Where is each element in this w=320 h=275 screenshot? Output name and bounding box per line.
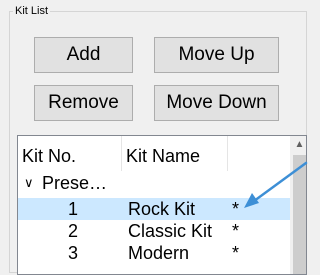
- kit-number: 2: [68, 221, 79, 241]
- kit-name: Rock Kit: [128, 199, 196, 219]
- move-down-button[interactable]: Move Down: [154, 85, 279, 121]
- list-group-presets[interactable]: ∨ Prese…: [18, 172, 290, 194]
- kit-modified-mark: *: [232, 199, 240, 219]
- kit-name: Classic Kit: [128, 221, 213, 241]
- table-row[interactable]: 1 Rock Kit *: [18, 198, 290, 220]
- kit-number: 1: [68, 199, 79, 219]
- column-header-kit-no[interactable]: Kit No.: [18, 136, 122, 171]
- list-group-label: Prese…: [42, 173, 108, 193]
- column-header-extra[interactable]: [228, 136, 290, 171]
- list-header: Kit No. Kit Name: [18, 136, 290, 171]
- chevron-down-icon[interactable]: ∨: [24, 172, 34, 194]
- table-row[interactable]: 2 Classic Kit *: [18, 220, 290, 242]
- scroll-up-arrow-icon[interactable]: ▲: [291, 136, 306, 153]
- scrollbar-thumb[interactable]: [293, 155, 306, 274]
- kit-modified-mark: *: [232, 221, 240, 241]
- vertical-scrollbar[interactable]: ▲: [290, 136, 306, 274]
- kit-list-group-title: Kit List: [13, 4, 51, 18]
- kit-list-view[interactable]: Kit No. Kit Name ∨ Prese… 1 Rock Kit * 2…: [17, 135, 307, 275]
- add-button[interactable]: Add: [34, 37, 133, 73]
- column-header-kit-name[interactable]: Kit Name: [122, 136, 228, 171]
- move-up-button[interactable]: Move Up: [154, 37, 279, 73]
- remove-button[interactable]: Remove: [34, 85, 133, 121]
